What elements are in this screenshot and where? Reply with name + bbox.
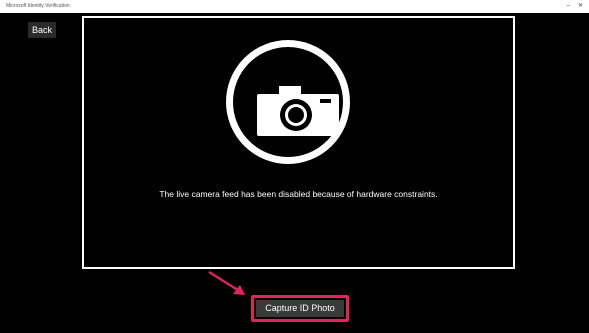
window-controls: – ✕ [567,0,583,13]
close-button[interactable]: ✕ [578,0,583,13]
title-bar: Microsoft Identity Verification – ✕ [0,0,589,13]
pointer-arrow-icon [208,270,245,295]
window-title: Microsoft Identity Verification [6,3,70,9]
back-button[interactable]: Back [28,22,56,38]
camera-preview-frame: The live camera feed has been disabled b… [82,16,515,269]
minimize-button[interactable]: – [567,0,570,13]
camera-icon [257,86,339,136]
capture-id-photo-button[interactable]: Capture ID Photo [256,300,344,317]
camera-status-message: The live camera feed has been disabled b… [159,189,438,199]
